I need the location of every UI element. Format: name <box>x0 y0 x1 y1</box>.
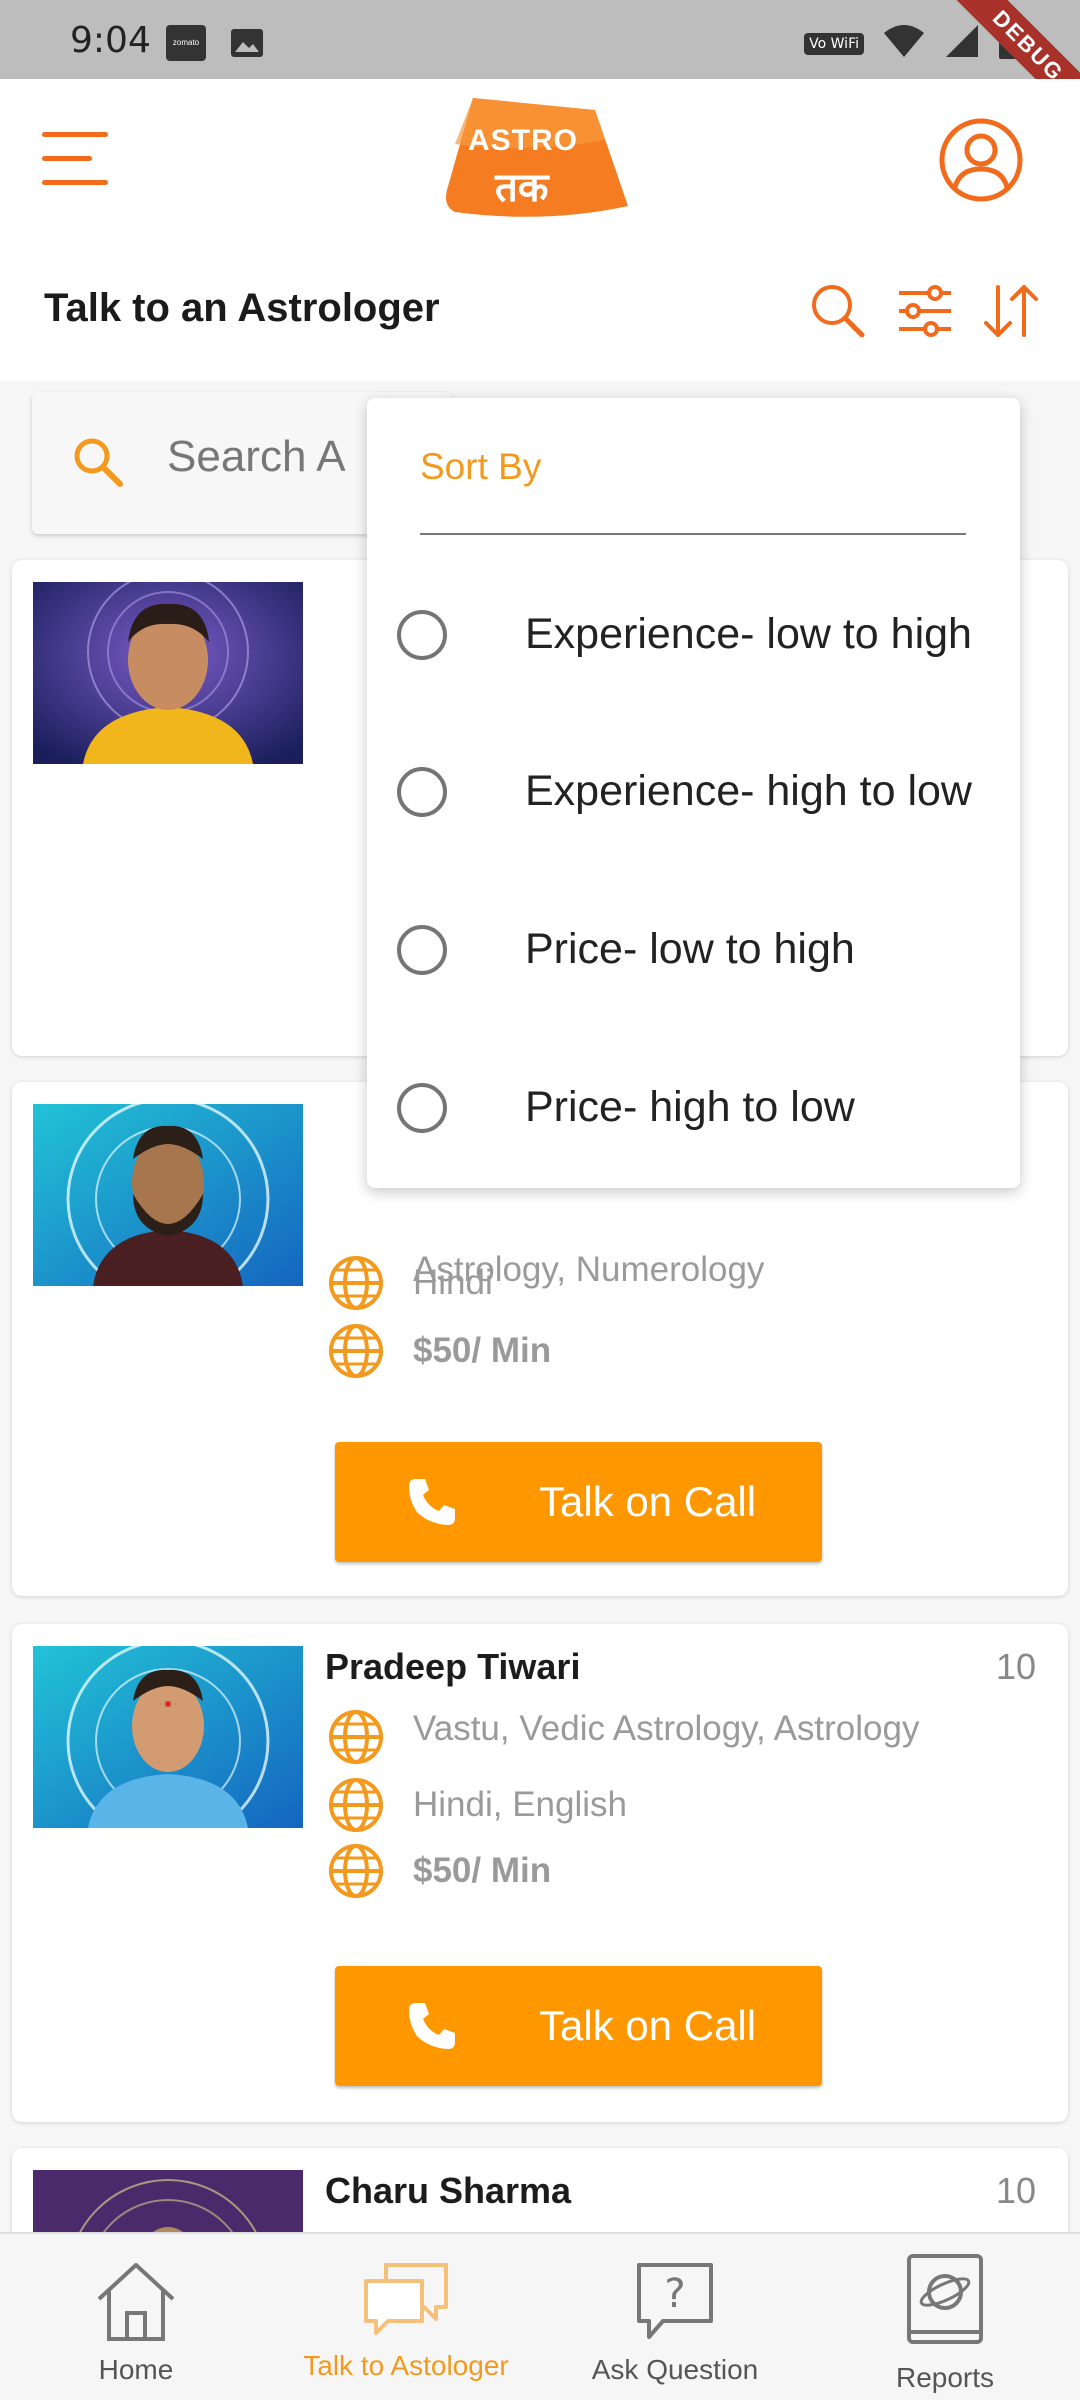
radio-unselected-icon[interactable] <box>397 767 447 817</box>
astrologer-name: Charu Sharma <box>325 2170 572 2211</box>
gallery-notification-icon <box>230 28 264 63</box>
sort-by-title: Sort By <box>420 446 542 487</box>
astrologer-experience: 10 <box>995 2170 1036 2211</box>
radio-unselected-icon[interactable] <box>397 925 447 975</box>
app-bar: ASTRO तक <box>0 79 1080 241</box>
nav-home[interactable]: Home <box>56 2234 216 2400</box>
filter-icon[interactable] <box>895 281 955 341</box>
nav-home-label: Home <box>98 2354 174 2385</box>
report-book-icon <box>907 2254 983 2344</box>
globe-icon <box>329 1256 383 1310</box>
astro-tak-logo: ASTRO तक <box>445 94 630 224</box>
search-icon[interactable] <box>808 281 868 341</box>
sort-option-price-low-high[interactable]: Price- low to high <box>397 895 1007 1005</box>
astrologer-price: $50/ Min <box>413 1331 552 1370</box>
zomato-notification-icon: zomato <box>166 25 206 61</box>
astrologer-languages: Hindi, English <box>413 1785 627 1824</box>
home-icon <box>97 2263 175 2341</box>
radio-unselected-icon[interactable] <box>397 610 447 660</box>
skills-row: Vastu, Vedic Astrology, Astrology <box>327 1708 919 1766</box>
phone-icon <box>409 1479 455 1525</box>
nav-reports-label: Reports <box>895 2362 995 2393</box>
nav-talk-label: Talk to Astologer <box>303 2350 509 2381</box>
logo-text-astro: ASTRO <box>468 124 578 157</box>
astrologer-avatar <box>33 582 303 764</box>
profile-icon[interactable] <box>938 117 1024 203</box>
astrologer-avatar <box>33 1104 303 1286</box>
page-title: Talk to an Astrologer <box>44 286 440 330</box>
price-row: $50/ Min <box>327 1842 551 1900</box>
call-button-label: Talk on Call <box>539 1478 757 1525</box>
nav-ask-question[interactable]: ? Ask Question <box>580 2234 770 2400</box>
logo-text-tak: तक <box>495 165 549 211</box>
menu-icon[interactable] <box>36 124 116 194</box>
call-button-label: Talk on Call <box>539 2002 757 2049</box>
status-bar: 9:04 zomato Vo WiFi DEBUG <box>0 0 1080 144</box>
globe-icon <box>329 1778 383 1832</box>
globe-icon <box>329 1844 383 1898</box>
globe-icon <box>329 1710 383 1764</box>
sort-by-menu: Sort By Experience- low to high Experien… <box>367 398 1020 1188</box>
sort-option-label: Price- high to low <box>525 1083 855 1131</box>
cell-signal-icon <box>944 23 980 64</box>
astrologer-experience: 10 <box>995 1646 1036 1687</box>
question-icon: ? <box>637 2263 713 2339</box>
chat-icon <box>364 2263 448 2335</box>
svg-text:?: ? <box>664 2271 685 2317</box>
search-placeholder: Search A <box>167 432 346 481</box>
bottom-navigation: Home Talk to Astologer ? Ask Question Re… <box>0 2232 1080 2400</box>
search-field-icon <box>70 434 126 490</box>
vowifi-icon: Vo WiFi <box>804 32 864 55</box>
wifi-signal-icon <box>882 23 926 64</box>
sort-option-experience-low-high[interactable]: Experience- low to high <box>397 580 1007 690</box>
price-row: $50/ Min <box>327 1322 551 1380</box>
phone-icon <box>409 2003 455 2049</box>
astrologer-card[interactable]: Pradeep Tiwari 10 Vastu, Vedic Astrology… <box>12 1624 1068 2122</box>
radio-unselected-icon[interactable] <box>397 1083 447 1133</box>
sort-option-experience-high-low[interactable]: Experience- high to low <box>397 737 1007 847</box>
nav-ask-label: Ask Question <box>591 2354 759 2385</box>
sort-option-price-high-low[interactable]: Price- high to low <box>397 1053 1007 1163</box>
talk-on-call-button[interactable]: Talk on Call <box>335 1966 822 2086</box>
sort-option-label: Price- low to high <box>525 925 855 973</box>
sort-icon[interactable] <box>981 281 1041 341</box>
globe-icon <box>329 1324 383 1378</box>
sort-option-label: Experience- high to low <box>525 767 972 815</box>
sort-divider <box>420 533 966 535</box>
languages-row: Hindi <box>327 1254 493 1312</box>
astrologer-price: $50/ Min <box>413 1851 552 1890</box>
sort-option-label: Experience- low to high <box>525 610 972 658</box>
astrologer-avatar <box>33 1646 303 1828</box>
toolbar-row: Talk to an Astrologer <box>0 241 1080 381</box>
nav-talk-to-astrologer[interactable]: Talk to Astologer <box>286 2234 526 2400</box>
nav-reports[interactable]: Reports <box>860 2234 1030 2400</box>
astrologer-skills: Vastu, Vedic Astrology, Astrology <box>413 1709 920 1748</box>
astrologer-languages: Hindi <box>413 1263 493 1302</box>
astrologer-name: Pradeep Tiwari <box>325 1646 581 1687</box>
languages-row: Hindi, English <box>327 1776 627 1834</box>
status-time: 9:04 <box>70 20 151 61</box>
talk-on-call-button[interactable]: Talk on Call <box>335 1442 822 1562</box>
